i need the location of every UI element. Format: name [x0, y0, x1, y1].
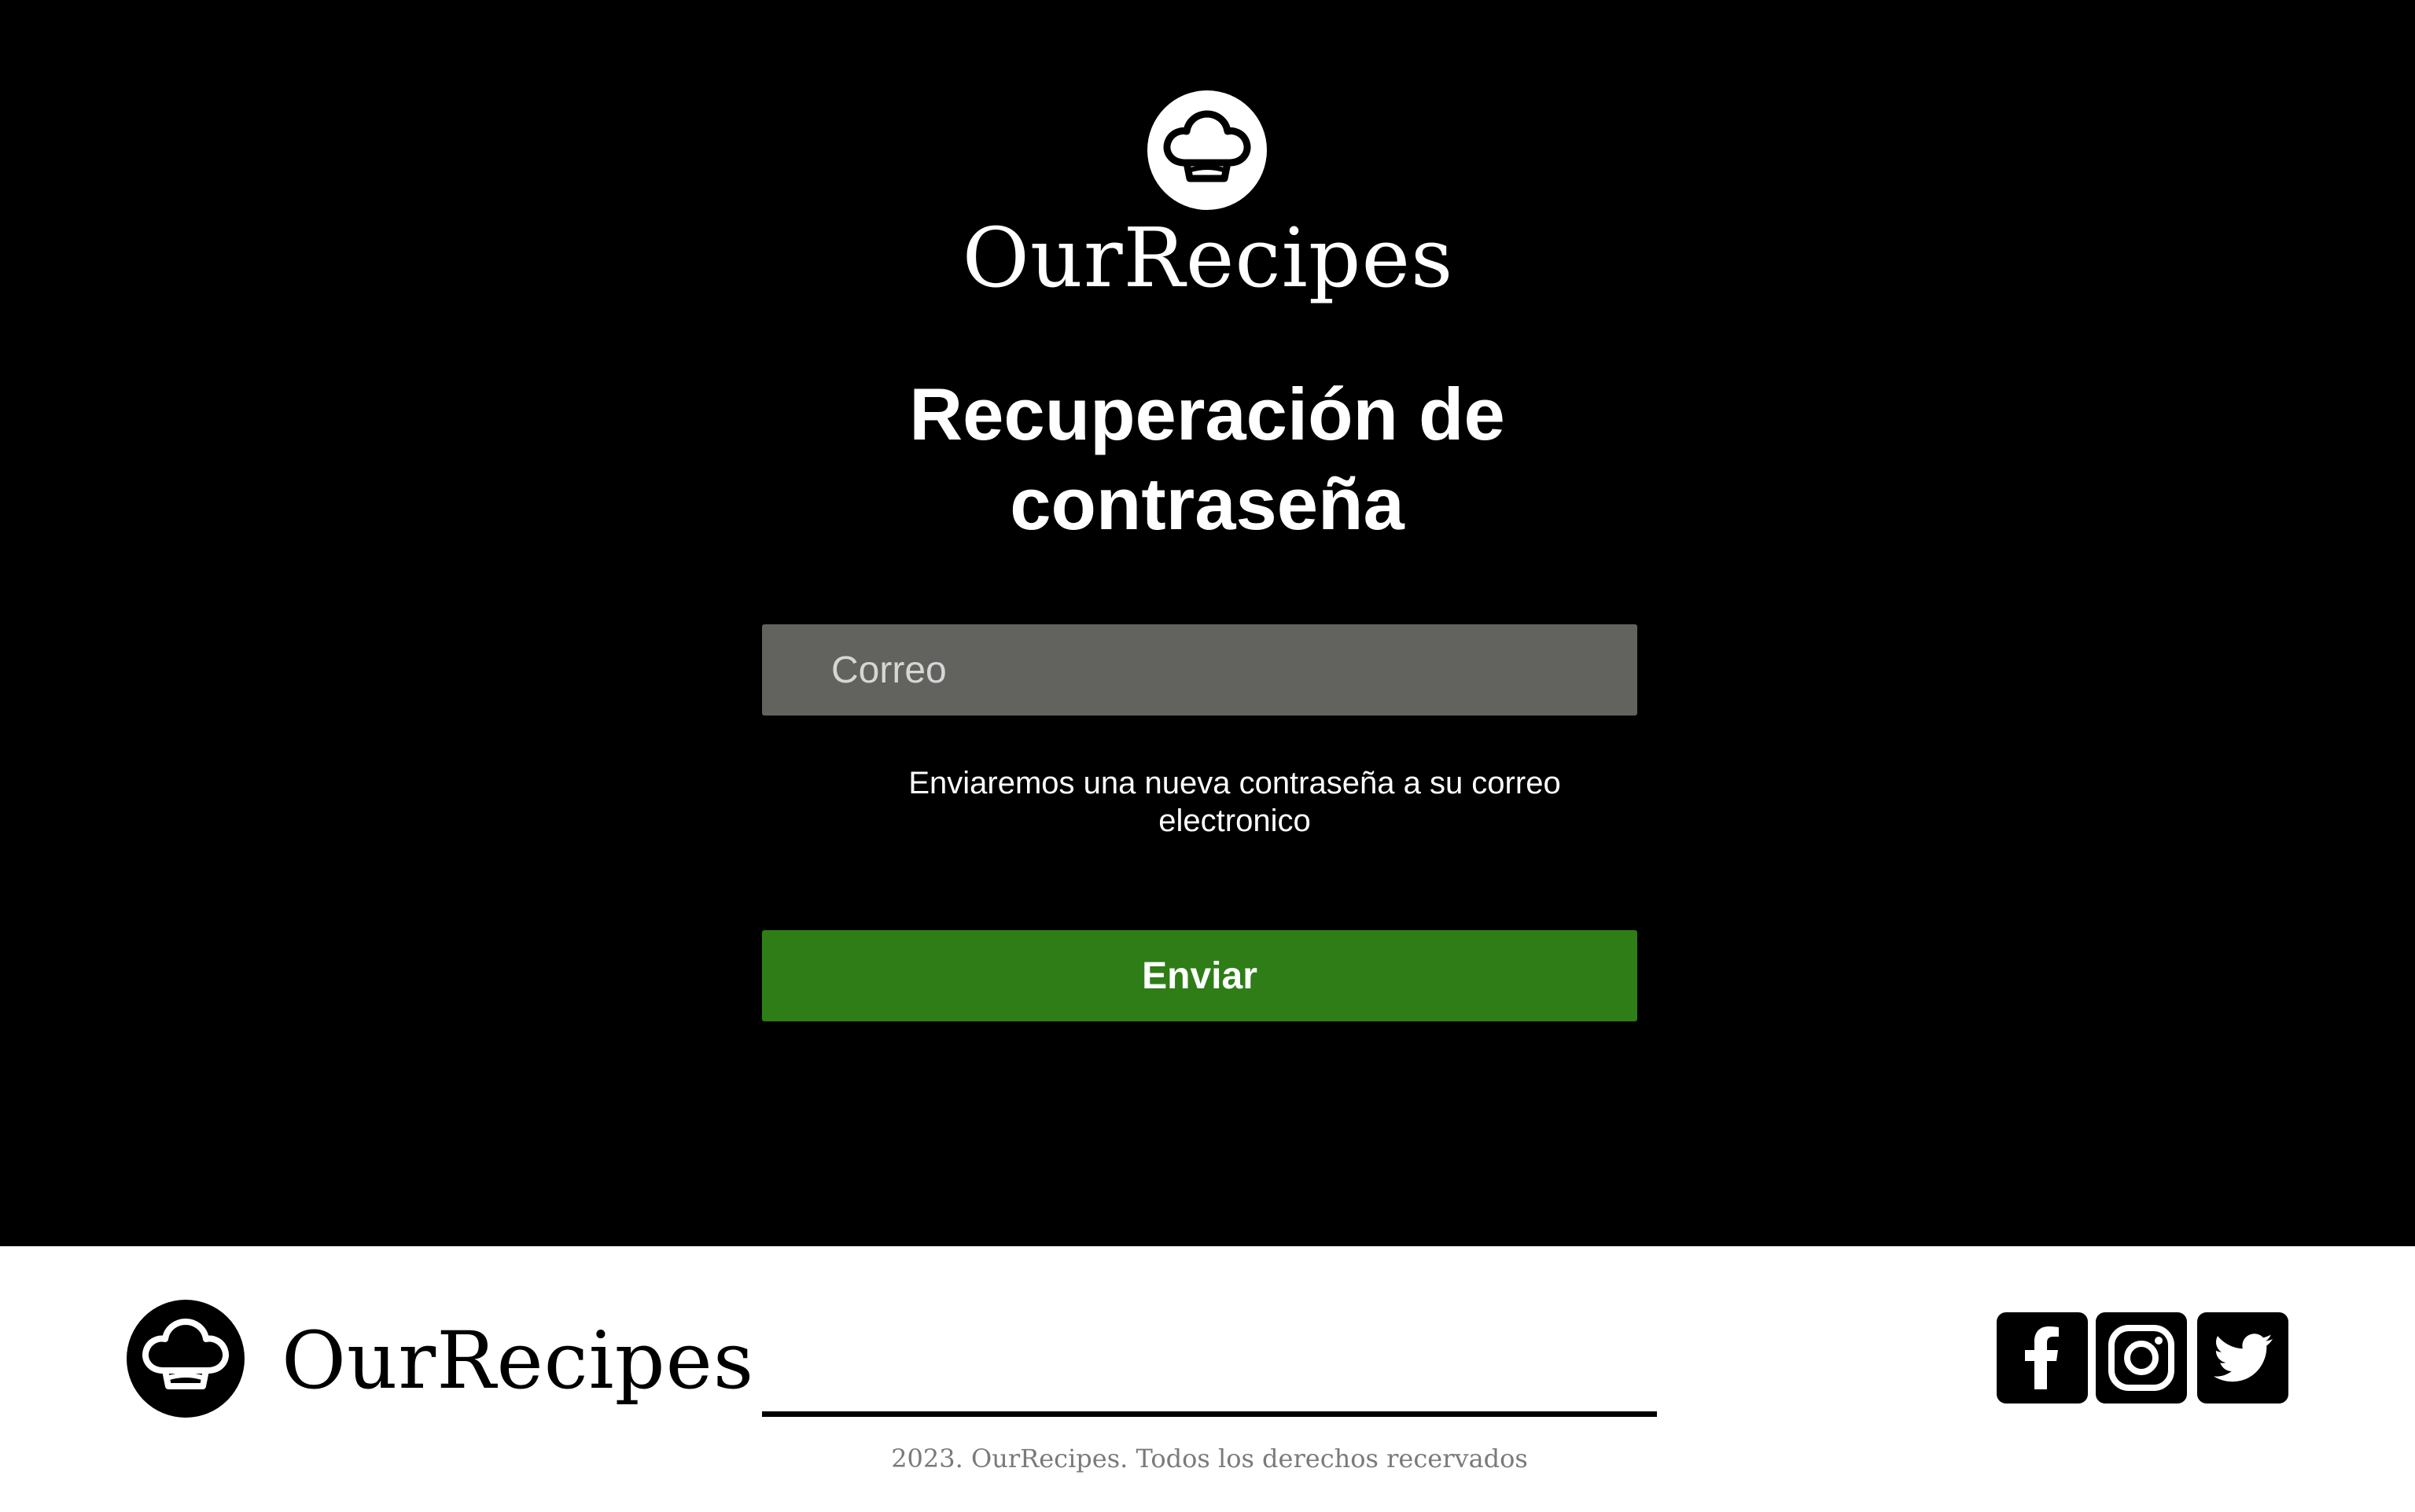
copyright-text: 2023. OurRecipes. Todos los derechos rec…	[891, 1444, 1528, 1473]
page-title: Recuperación de contraseña	[909, 373, 1505, 545]
brand-name: OurRecipes	[962, 210, 1454, 306]
instagram-icon[interactable]	[2096, 1312, 2187, 1403]
send-button[interactable]: Enviar	[762, 930, 1637, 1021]
facebook-icon[interactable]	[1997, 1312, 2088, 1403]
chef-hat-icon	[1147, 90, 1267, 210]
footer-divider	[762, 1411, 1657, 1417]
footer: OurRecipes 2023. OurRecipes. Todos los d…	[0, 1246, 2415, 1512]
recovery-panel: OurRecipes Recuperación de contraseña En…	[0, 0, 2415, 1246]
chef-hat-icon	[127, 1300, 245, 1418]
twitter-icon[interactable]	[2197, 1312, 2288, 1403]
email-field[interactable]	[762, 624, 1637, 716]
hint-text: Enviaremos una nueva contraseña a su cor…	[908, 766, 1561, 838]
footer-brand-name: OurRecipes	[282, 1315, 755, 1407]
